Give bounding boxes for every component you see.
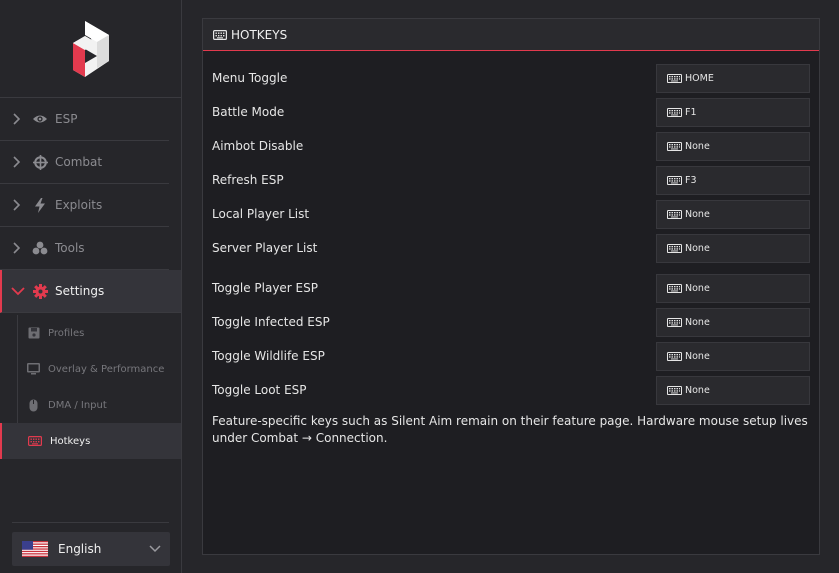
hotkey-label: Toggle Loot ESP — [212, 383, 307, 397]
hotkey-button-toggle-infected-esp[interactable]: None — [656, 307, 810, 337]
cubes-icon — [32, 240, 48, 256]
hotkeys-note: Feature-specific keys such as Silent Aim… — [212, 414, 808, 445]
hotkey-value: None — [685, 242, 710, 254]
keyboard-icon — [667, 351, 682, 361]
crosshair-icon — [32, 154, 48, 170]
keyboard-icon — [667, 317, 682, 327]
hotkey-label: Toggle Infected ESP — [212, 315, 330, 329]
keyboard-icon — [667, 209, 682, 219]
chevron-right-icon — [13, 242, 21, 254]
keyboard-icon — [667, 73, 682, 83]
hotkey-value: None — [685, 140, 710, 152]
nav-item-settings[interactable]: Settings — [0, 270, 181, 313]
hotkey-row-local-player-list: Local Player List None — [203, 199, 819, 229]
hotkey-label: Menu Toggle — [212, 71, 288, 85]
keyboard-icon — [213, 29, 227, 40]
nav-item-tools[interactable]: Tools — [0, 227, 169, 270]
eye-icon — [32, 111, 48, 127]
hotkey-button-local-player-list[interactable]: None — [656, 199, 810, 229]
nav-label: ESP — [55, 112, 78, 126]
hotkey-button-server-player-list[interactable]: None — [656, 233, 810, 263]
hotkey-label: Toggle Wildlife ESP — [212, 349, 325, 363]
keyboard-icon — [667, 175, 682, 185]
language-divider — [12, 522, 169, 523]
nav-label: Tools — [55, 241, 85, 255]
hotkey-value: F3 — [685, 174, 697, 186]
hotkey-value: None — [685, 384, 710, 396]
hotkey-label: Server Player List — [212, 241, 318, 255]
hotkey-value: None — [685, 316, 710, 328]
sub-item-label: Overlay & Performance — [48, 363, 165, 375]
sub-item-dma-input[interactable]: DMA / Input — [17, 387, 181, 423]
chevron-down-icon — [11, 287, 25, 296]
hotkeys-panel: HOTKEYS Menu Toggle HOME Battle Mode F1 … — [202, 18, 820, 555]
save-icon — [27, 327, 40, 339]
sub-item-label: Profiles — [48, 327, 85, 339]
nav-label: Exploits — [55, 198, 103, 212]
hotkey-label: Refresh ESP — [212, 173, 284, 187]
hotkey-value: None — [685, 350, 710, 362]
hotkey-label: Aimbot Disable — [212, 139, 304, 153]
hotkey-button-toggle-player-esp[interactable]: None — [656, 273, 810, 303]
sub-item-profiles[interactable]: Profiles — [17, 315, 181, 351]
us-flag-icon — [22, 541, 48, 557]
hotkey-row-server-player-list: Server Player List None — [203, 233, 819, 263]
hotkey-label: Battle Mode — [212, 105, 285, 119]
chevron-right-icon — [13, 113, 21, 125]
hotkey-button-battle-mode[interactable]: F1 — [656, 97, 810, 127]
hotkey-row-toggle-wildlife-esp: Toggle Wildlife ESP None — [203, 341, 819, 371]
hotkey-row-refresh-esp: Refresh ESP F3 — [203, 165, 819, 195]
chevron-right-icon — [13, 156, 21, 168]
keyboard-icon — [28, 435, 42, 447]
sidebar: ESP Combat Exploits Tools Settings Profi… — [0, 0, 182, 573]
logo-icon — [72, 20, 109, 77]
keyboard-icon — [667, 283, 682, 293]
hotkey-row-toggle-player-esp: Toggle Player ESP None — [203, 273, 819, 303]
hotkey-row-toggle-infected-esp: Toggle Infected ESP None — [203, 307, 819, 337]
chevron-right-icon — [13, 199, 21, 211]
hotkey-value: HOME — [685, 72, 714, 84]
language-select[interactable]: English — [12, 532, 170, 566]
panel-header: HOTKEYS — [203, 19, 819, 51]
nav-label: Combat — [55, 155, 103, 169]
hotkey-button-refresh-esp[interactable]: F3 — [656, 165, 810, 195]
bolt-icon — [32, 197, 48, 213]
nav-item-esp[interactable]: ESP — [0, 98, 169, 141]
hotkey-label: Toggle Player ESP — [212, 281, 318, 295]
hotkey-row-battle-mode: Battle Mode F1 — [203, 97, 819, 127]
hotkey-value: F1 — [685, 106, 697, 118]
hotkey-button-aimbot-disable[interactable]: None — [656, 131, 810, 161]
keyboard-icon — [667, 385, 682, 395]
nav-label: Settings — [55, 284, 105, 298]
language-label: English — [58, 542, 102, 556]
nav-list: ESP Combat Exploits Tools Settings — [0, 98, 181, 313]
hotkey-button-toggle-loot-esp[interactable]: None — [656, 375, 810, 405]
chevron-down-icon — [149, 545, 161, 553]
sub-item-hotkeys[interactable]: Hotkeys — [0, 423, 181, 459]
monitor-icon — [27, 363, 40, 375]
hotkey-value: None — [685, 282, 710, 294]
logo-area — [0, 0, 181, 98]
hotkey-button-menu-toggle[interactable]: HOME — [656, 63, 810, 93]
panel-title: HOTKEYS — [231, 27, 288, 42]
keyboard-icon — [667, 243, 682, 253]
settings-subnav: Profiles Overlay & Performance DMA / Inp… — [0, 313, 181, 459]
gear-icon — [32, 283, 48, 299]
sub-item-overlay-performance[interactable]: Overlay & Performance — [17, 351, 181, 387]
mouse-icon — [27, 399, 40, 411]
hotkey-button-toggle-wildlife-esp[interactable]: None — [656, 341, 810, 371]
hotkey-row-aimbot-disable: Aimbot Disable None — [203, 131, 819, 161]
hotkey-row-menu-toggle: Menu Toggle HOME — [203, 63, 819, 93]
hotkey-label: Local Player List — [212, 207, 310, 221]
sub-item-label: Hotkeys — [50, 435, 91, 447]
sub-item-label: DMA / Input — [48, 399, 107, 411]
keyboard-icon — [667, 141, 682, 151]
hotkey-value: None — [685, 208, 710, 220]
hotkey-row-toggle-loot-esp: Toggle Loot ESP None — [203, 375, 819, 405]
nav-item-combat[interactable]: Combat — [0, 141, 169, 184]
nav-item-exploits[interactable]: Exploits — [0, 184, 169, 227]
keyboard-icon — [667, 107, 682, 117]
